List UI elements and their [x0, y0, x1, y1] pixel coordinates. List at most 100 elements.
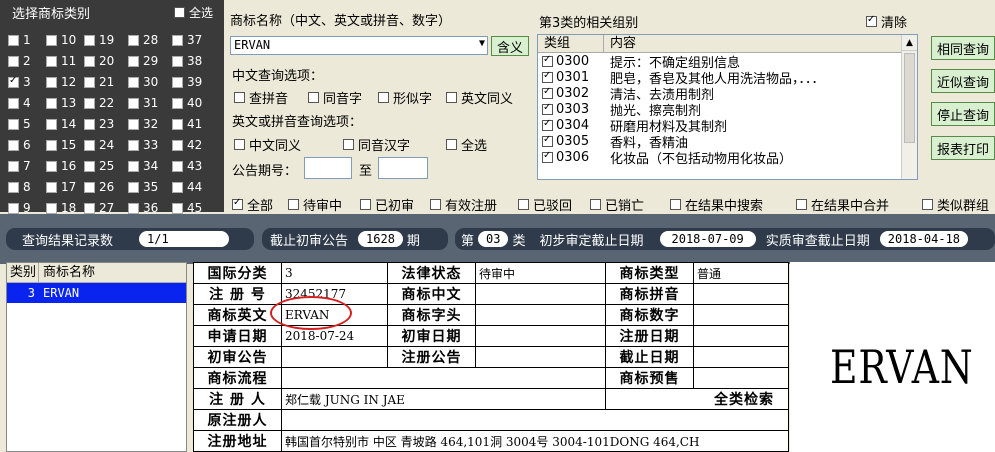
select-all-checkbox[interactable] — [174, 7, 185, 18]
checkbox[interactable] — [232, 197, 243, 210]
scroll-up-icon[interactable]: ▲ — [902, 35, 917, 51]
category-checkbox[interactable] — [46, 34, 57, 46]
category-14[interactable]: 14 — [46, 117, 76, 131]
category-18[interactable]: 18 — [46, 201, 76, 215]
checkbox[interactable] — [446, 92, 457, 103]
category-checkbox[interactable] — [84, 97, 95, 109]
category-19[interactable]: 19 — [84, 33, 114, 47]
category-12[interactable]: 12 — [46, 75, 76, 89]
similar-query-button[interactable]: 近似查询 — [931, 69, 995, 93]
category-41[interactable]: 41 — [172, 117, 202, 131]
filter-pending[interactable]: 待审中 — [288, 195, 342, 214]
dropdown-arrow-icon[interactable]: ▼ — [479, 38, 485, 49]
category-2[interactable]: 2 — [8, 54, 31, 68]
category-checkbox[interactable] — [46, 139, 57, 151]
cn-option-pinyin[interactable]: 查拼音 — [234, 88, 288, 107]
category-checkbox[interactable] — [84, 76, 95, 88]
category-17[interactable]: 17 — [46, 180, 76, 194]
category-28[interactable]: 28 — [128, 33, 158, 47]
category-checkbox[interactable] — [84, 139, 95, 151]
category-45[interactable]: 45 — [172, 201, 202, 215]
group-checkbox[interactable] — [542, 54, 553, 67]
group-checkbox[interactable] — [542, 134, 553, 147]
category-checkbox[interactable] — [84, 181, 95, 193]
category-checkbox[interactable] — [46, 118, 57, 130]
result-list[interactable]: 类别 商标名称 3 ERVAN — [6, 262, 187, 452]
group-checkbox[interactable] — [542, 86, 553, 99]
filter-search-in-results[interactable]: 在结果中搜索 — [670, 195, 763, 214]
category-22[interactable]: 22 — [84, 96, 114, 110]
category-checkbox[interactable] — [172, 97, 183, 109]
issue-to-input[interactable] — [378, 157, 428, 179]
category-checkbox[interactable] — [172, 34, 183, 46]
category-42[interactable]: 42 — [172, 138, 202, 152]
en-option-select-all[interactable]: 全选 — [446, 135, 487, 154]
category-23[interactable]: 23 — [84, 117, 114, 131]
checkbox[interactable] — [378, 92, 389, 103]
group-checkbox[interactable] — [542, 150, 553, 163]
checkbox[interactable] — [518, 199, 529, 210]
checkbox[interactable] — [234, 139, 245, 150]
category-checkbox[interactable] — [128, 118, 139, 130]
category-checkbox[interactable] — [172, 76, 183, 88]
category-7[interactable]: 7 — [8, 159, 31, 173]
select-all-categories[interactable]: 全选 — [174, 4, 213, 21]
category-39[interactable]: 39 — [172, 75, 202, 89]
category-37[interactable]: 37 — [172, 33, 202, 47]
category-checkbox[interactable] — [46, 202, 57, 214]
category-3[interactable]: 3 — [8, 75, 31, 89]
category-35[interactable]: 35 — [128, 180, 158, 194]
category-34[interactable]: 34 — [128, 159, 158, 173]
category-checkbox[interactable] — [8, 181, 19, 193]
category-checkbox[interactable] — [172, 118, 183, 130]
issue-from-input[interactable] — [304, 157, 352, 179]
checkbox[interactable] — [308, 92, 319, 103]
category-checkbox[interactable] — [128, 76, 139, 88]
category-25[interactable]: 25 — [84, 159, 114, 173]
clear-checkbox[interactable] — [866, 14, 877, 27]
group-row[interactable]: 0306 化妆品（不包括动物用化妆品） — [538, 149, 917, 167]
category-checkbox[interactable] — [46, 160, 57, 172]
category-27[interactable]: 27 — [84, 201, 114, 215]
checkbox[interactable] — [360, 199, 371, 210]
checkbox[interactable] — [590, 199, 601, 210]
category-checkbox[interactable] — [172, 139, 183, 151]
category-40[interactable]: 40 — [172, 96, 202, 110]
filter-valid[interactable]: 有效注册 — [430, 195, 497, 214]
category-16[interactable]: 16 — [46, 159, 76, 173]
category-checkbox[interactable] — [84, 34, 95, 46]
category-30[interactable]: 30 — [128, 75, 158, 89]
category-6[interactable]: 6 — [8, 138, 31, 152]
group-checkbox[interactable] — [542, 118, 553, 131]
cn-option-homophone[interactable]: 同音字 — [308, 88, 362, 107]
scroll-thumb[interactable] — [904, 53, 915, 143]
category-checkbox[interactable] — [8, 139, 19, 151]
checkbox[interactable] — [288, 199, 299, 210]
category-checkbox[interactable] — [128, 202, 139, 214]
checkbox[interactable] — [234, 92, 245, 103]
category-11[interactable]: 11 — [46, 54, 76, 68]
filter-rejected[interactable]: 已驳回 — [518, 195, 572, 214]
category-checkbox[interactable] — [46, 55, 57, 67]
category-43[interactable]: 43 — [172, 159, 202, 173]
category-checkbox[interactable] — [128, 181, 139, 193]
category-26[interactable]: 26 — [84, 180, 114, 194]
checkbox[interactable] — [922, 199, 933, 210]
cn-option-en-synonym[interactable]: 英文同义 — [446, 88, 513, 107]
category-checkbox[interactable] — [128, 160, 139, 172]
category-checkbox[interactable] — [128, 139, 139, 151]
category-36[interactable]: 36 — [128, 201, 158, 215]
category-checkbox[interactable] — [8, 97, 19, 109]
filter-merge-results[interactable]: 在结果中合并 — [796, 195, 889, 214]
group-row[interactable]: 0302清洁、去渍用制剂 — [538, 85, 917, 103]
print-report-button[interactable]: 报表打印 — [931, 136, 995, 160]
en-option-cn-synonym[interactable]: 中文同义 — [234, 135, 301, 154]
checkbox[interactable] — [430, 199, 441, 210]
category-24[interactable]: 24 — [84, 138, 114, 152]
category-20[interactable]: 20 — [84, 54, 114, 68]
filter-dead[interactable]: 已销亡 — [590, 195, 644, 214]
category-checkbox[interactable] — [8, 34, 19, 46]
category-8[interactable]: 8 — [8, 180, 31, 194]
category-checkbox[interactable] — [172, 181, 183, 193]
filter-prelim[interactable]: 已初审 — [360, 195, 414, 214]
